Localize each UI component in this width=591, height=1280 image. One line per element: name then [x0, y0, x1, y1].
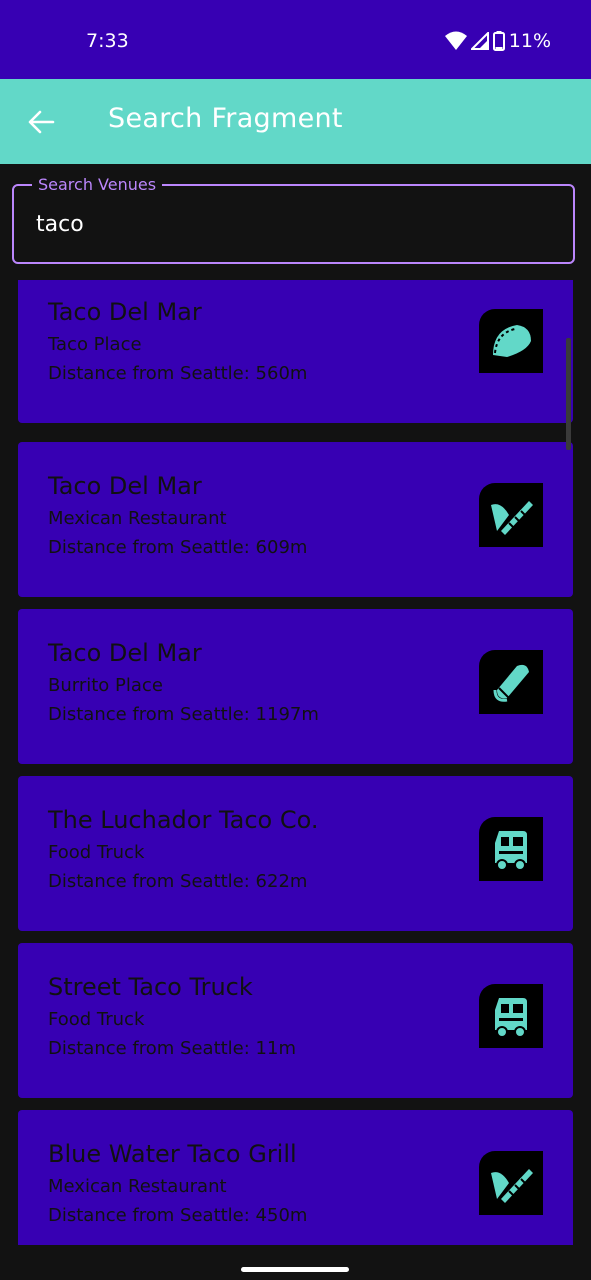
venue-distance: Distance from Seattle: 622m	[48, 871, 308, 892]
venue-icon-box	[479, 1151, 543, 1215]
venue-distance: Distance from Seattle: 560m	[48, 363, 308, 384]
venue-icon-box	[479, 984, 543, 1048]
app-bar: Search Fragment	[0, 79, 591, 164]
navigation-bar	[0, 1245, 591, 1280]
search-label: Search Venues	[32, 175, 163, 194]
venue-icon-box	[479, 483, 543, 547]
venue-icon-box	[479, 309, 543, 373]
venue-list[interactable]: Taco Del Mar Taco Place Distance from Se…	[18, 280, 573, 1245]
venue-distance: Distance from Seattle: 609m	[48, 537, 308, 558]
search-input[interactable]: Search Venues taco	[12, 175, 575, 264]
venue-distance: Distance from Seattle: 11m	[48, 1038, 296, 1059]
venue-name: Blue Water Taco Grill	[48, 1140, 297, 1168]
status-time: 7:33	[86, 30, 129, 52]
venue-name: Taco Del Mar	[48, 639, 202, 667]
wifi-icon	[444, 31, 467, 50]
back-arrow-icon[interactable]	[26, 107, 56, 137]
venue-distance: Distance from Seattle: 450m	[48, 1205, 308, 1226]
venue-category: Mexican Restaurant	[48, 508, 227, 529]
venue-category: Taco Place	[48, 334, 142, 355]
venue-name: The Luchador Taco Co.	[48, 806, 319, 834]
battery-icon	[492, 31, 505, 51]
food-truck-icon	[495, 831, 527, 871]
venue-card[interactable]: Blue Water Taco Grill Mexican Restaurant…	[18, 1110, 573, 1245]
venue-name: Street Taco Truck	[48, 973, 253, 1001]
scrollbar[interactable]	[566, 338, 571, 450]
venue-category: Food Truck	[48, 1009, 145, 1030]
venue-card[interactable]: Taco Del Mar Taco Place Distance from Se…	[18, 280, 573, 423]
mexican-food-icon	[491, 1169, 533, 1203]
venue-icon-box	[479, 817, 543, 881]
venue-category: Mexican Restaurant	[48, 1176, 227, 1197]
home-gesture-handle[interactable]	[241, 1267, 349, 1272]
taco-icon	[493, 325, 531, 357]
search-value[interactable]: taco	[36, 212, 84, 237]
venue-card[interactable]: Taco Del Mar Burrito Place Distance from…	[18, 609, 573, 764]
venue-card[interactable]: Street Taco Truck Food Truck Distance fr…	[18, 943, 573, 1098]
venue-card[interactable]: The Luchador Taco Co. Food Truck Distanc…	[18, 776, 573, 931]
battery-percent: 11%	[508, 30, 551, 52]
status-bar: 7:33 11%	[0, 0, 591, 79]
venue-distance: Distance from Seattle: 1197m	[48, 704, 319, 725]
venue-category: Food Truck	[48, 842, 145, 863]
venue-icon-box	[479, 650, 543, 714]
burrito-icon	[493, 664, 529, 702]
page-title: Search Fragment	[108, 103, 343, 134]
food-truck-icon	[495, 998, 527, 1038]
mexican-food-icon	[491, 501, 533, 535]
status-icons: 11%	[444, 30, 551, 52]
venue-category: Burrito Place	[48, 675, 163, 696]
venue-card[interactable]: Taco Del Mar Mexican Restaurant Distance…	[18, 442, 573, 597]
venue-name: Taco Del Mar	[48, 298, 202, 326]
cell-signal-icon	[470, 32, 489, 50]
venue-name: Taco Del Mar	[48, 472, 202, 500]
